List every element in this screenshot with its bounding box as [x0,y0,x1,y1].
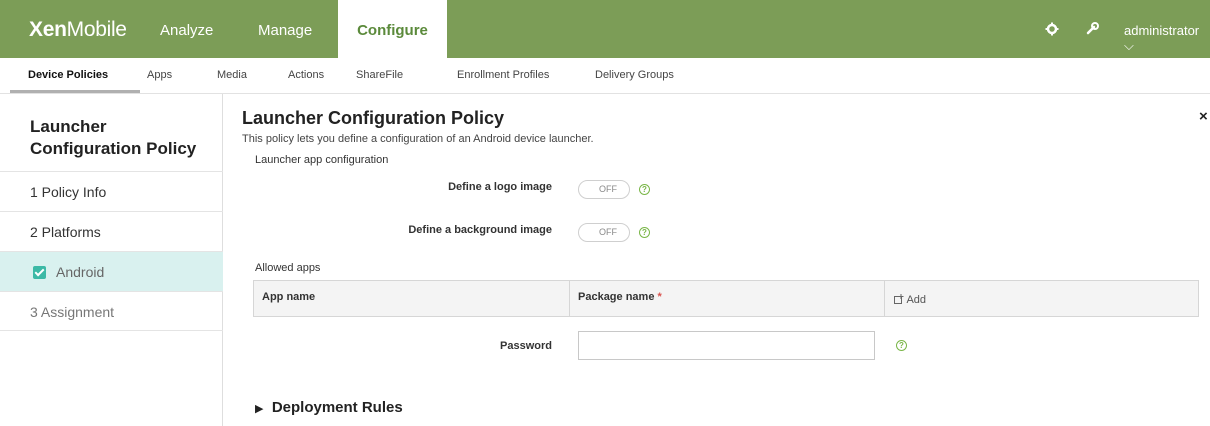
subtab-media[interactable]: Media [217,69,247,81]
subtab-device-policies[interactable]: Device Policies [28,69,108,81]
nav-tab-manage[interactable]: Manage [258,0,312,58]
active-subtab-indicator [10,90,140,93]
sidebar-item-platforms[interactable]: 2 Platforms [0,211,223,251]
sidebar-item-android-label: Android [56,264,105,280]
nav-tab-configure[interactable]: Configure [338,0,447,58]
page-description: This policy lets you define a configurat… [242,133,594,145]
page-title: Launcher Configuration Policy [242,108,505,128]
checkbox-checked-icon[interactable] [33,266,46,279]
user-menu[interactable]: administrator ⌵ [1124,23,1210,54]
nav-tab-analyze[interactable]: Analyze [160,0,213,58]
top-navigation-bar: XenMobile Analyze Manage Configure admin… [0,0,1210,58]
subtab-sharefile[interactable]: ShareFile [356,69,403,81]
section-label-launcher: Launcher app configuration [255,154,389,166]
column-header-app-name: App name [262,291,316,303]
help-icon[interactable]: ? [639,184,650,195]
wrench-icon[interactable] [1085,22,1099,40]
logo-image-label: Define a logo image [448,181,552,193]
sidebar-item-assignment[interactable]: 3 Assignment [0,291,223,331]
allowed-apps-label: Allowed apps [255,262,321,274]
close-icon[interactable]: × [1199,108,1208,125]
sidebar-item-policy-info[interactable]: 1 Policy Info [0,171,223,211]
allowed-apps-table: App name Package name * Add [253,280,1199,317]
subtab-delivery-groups[interactable]: Delivery Groups [595,69,674,81]
subtab-apps[interactable]: Apps [147,69,172,81]
logo-image-toggle[interactable]: OFF [578,180,630,199]
gear-icon[interactable] [1045,22,1059,40]
deployment-rules-expander[interactable]: ▶ Deployment Rules [255,399,403,416]
subtab-enrollment-profiles[interactable]: Enrollment Profiles [457,69,549,81]
password-label: Password [500,340,552,352]
username: administrator [1124,23,1200,38]
help-icon[interactable]: ? [639,227,650,238]
add-icon [894,294,906,306]
add-app-button[interactable]: Add [894,281,926,316]
subtab-actions[interactable]: Actions [288,69,324,81]
background-image-label: Define a background image [408,224,552,236]
background-image-toggle[interactable]: OFF [578,223,630,242]
caret-right-icon: ▶ [255,403,264,415]
column-header-package-name: Package name * [569,281,884,316]
help-icon[interactable]: ? [896,340,907,351]
chevron-down-icon: ⌵ [1124,38,1134,53]
required-marker: * [657,291,662,303]
sub-navigation: Device Policies Apps Media Actions Share… [0,58,1210,94]
sidebar-title: Launcher Configuration Policy [30,117,197,158]
sidebar-item-android[interactable]: Android [0,251,223,291]
column-header-actions [884,281,1198,316]
password-input[interactable] [578,331,875,360]
xenmobile-logo[interactable]: XenMobile [29,18,127,42]
